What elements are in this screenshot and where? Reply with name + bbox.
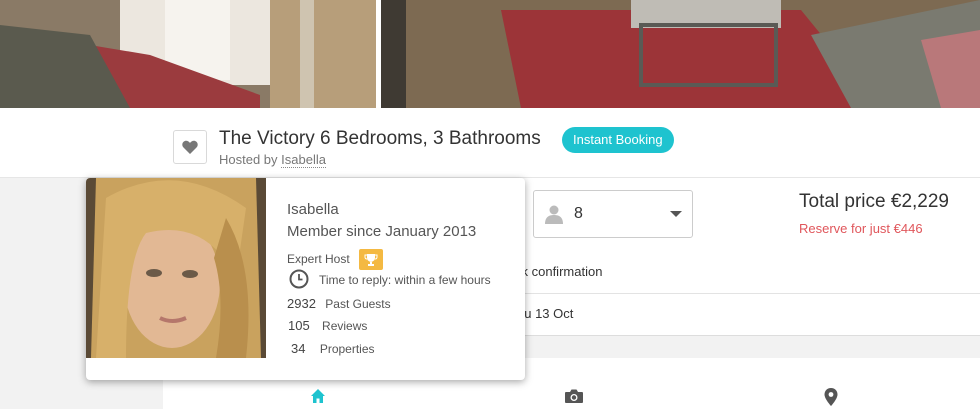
properties-label: Properties: [319, 342, 375, 356]
past-guests-count: 2932: [287, 296, 316, 311]
reserve-deposit: Reserve for just €446: [799, 221, 923, 236]
reviews-stat: 105 Reviews: [288, 318, 367, 333]
clock-icon: [289, 269, 309, 289]
listing-header: The Victory 6 Bedrooms, 3 Bathrooms Inst…: [0, 108, 980, 178]
expert-host-label: Expert Host: [287, 252, 350, 266]
listing-photo-1[interactable]: [0, 0, 376, 108]
person-icon: [545, 205, 563, 224]
properties-count: 34: [291, 341, 306, 356]
hosted-by-label: Hosted by: [219, 152, 278, 167]
chevron-down-icon: [670, 211, 682, 217]
confirmation-text: ck confirmation: [515, 264, 603, 279]
reviews-count: 105: [288, 318, 310, 333]
camera-icon[interactable]: [564, 388, 584, 404]
total-price: Total price €2,229: [799, 191, 949, 212]
favorite-button[interactable]: [173, 130, 207, 164]
host-avatar: [86, 178, 266, 358]
home-icon[interactable]: [310, 388, 326, 404]
host-popover: Isabella Member since January 2013 Exper…: [86, 178, 525, 380]
properties-stat: 34 Properties: [291, 341, 375, 356]
instant-booking-badge: Instant Booking: [562, 127, 674, 153]
member-since: Member since January 2013: [287, 223, 477, 240]
host-name-link[interactable]: Isabella: [281, 152, 326, 168]
heart-icon: [182, 140, 198, 154]
reply-time: Time to reply: within a few hours: [319, 273, 491, 287]
listing-title: The Victory 6 Bedrooms, 3 Bathrooms: [219, 128, 541, 149]
guests-count: 8: [574, 205, 583, 222]
trophy-icon: [359, 249, 383, 270]
host-name: Isabella: [287, 201, 339, 218]
hosted-by: Hosted by Isabella: [219, 152, 326, 168]
past-guests-label: Past Guests: [325, 297, 391, 311]
listing-photo-2[interactable]: [381, 0, 980, 108]
checkout-date[interactable]: hu 13 Oct: [517, 306, 573, 321]
past-guests-stat: 2932 Past Guests: [287, 296, 391, 311]
guests-select[interactable]: 8: [533, 190, 693, 238]
reviews-label: Reviews: [322, 319, 368, 333]
map-pin-icon[interactable]: [824, 388, 838, 406]
listing-page: The Victory 6 Bedrooms, 3 Bathrooms Inst…: [0, 0, 980, 409]
